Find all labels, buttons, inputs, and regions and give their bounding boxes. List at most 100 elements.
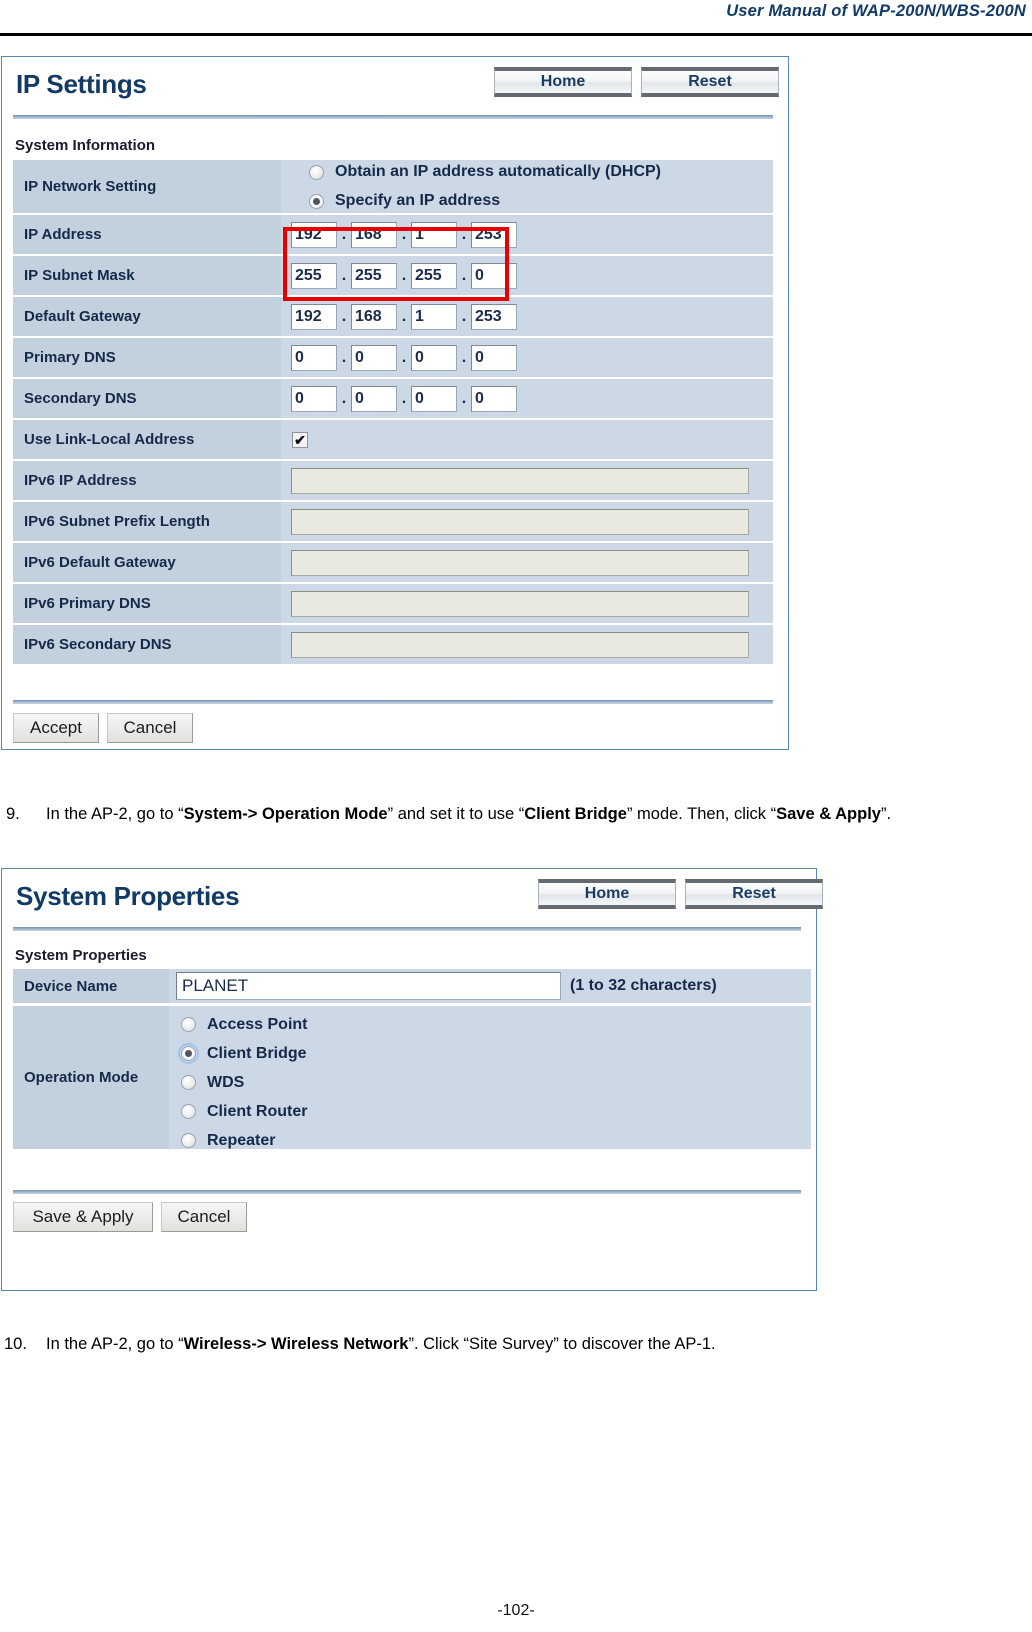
radio-icon[interactable] bbox=[181, 1104, 196, 1119]
radio-option-repeater[interactable]: Repeater bbox=[181, 1126, 307, 1155]
octet-input-4[interactable]: 253 bbox=[471, 303, 517, 330]
accept-button[interactable]: Accept bbox=[13, 713, 99, 743]
device-name-input[interactable]: PLANET bbox=[176, 972, 561, 1000]
octet-input-1[interactable]: 0 bbox=[291, 344, 337, 371]
radio-option-specify-ip[interactable]: Specify an IP address bbox=[309, 187, 661, 216]
octet-separator: . bbox=[401, 389, 407, 407]
octet-input-3[interactable]: 0 bbox=[411, 385, 457, 412]
table-row-ipv6-default-gateway: IPv6 Default Gateway bbox=[13, 543, 773, 584]
octet-input-2[interactable]: 255 bbox=[351, 262, 397, 289]
radio-label: Specify an IP address bbox=[335, 192, 501, 209]
instruction-text: In the AP-2, go to “ bbox=[46, 805, 184, 823]
radio-label: Obtain an IP address automatically (DHCP… bbox=[335, 163, 662, 180]
instruction-number: 9. bbox=[6, 805, 20, 823]
row-value: PLANET (1 to 32 characters) bbox=[169, 969, 811, 1005]
row-label: IPv6 Default Gateway bbox=[13, 543, 281, 584]
octet-separator: . bbox=[341, 266, 347, 284]
ipv6-secondary-dns-input[interactable] bbox=[291, 631, 749, 658]
home-button[interactable]: Home bbox=[494, 67, 632, 97]
octet-input-2[interactable]: 168 bbox=[351, 221, 397, 248]
radio-icon[interactable] bbox=[309, 164, 324, 180]
octet-input-1[interactable]: 192 bbox=[291, 303, 337, 330]
ip-subnet-mask-octet-group: 255 . 255 . 255 . 0 bbox=[291, 262, 517, 289]
octet-separator: . bbox=[461, 389, 467, 407]
octet-input-4[interactable]: 253 bbox=[471, 221, 517, 248]
reset-button[interactable]: Reset bbox=[685, 879, 823, 909]
octet-input-3[interactable]: 0 bbox=[411, 344, 457, 371]
page-header: User Manual of WAP-200N/WBS-200N bbox=[0, 0, 1032, 36]
octet-input-2[interactable]: 168 bbox=[351, 303, 397, 330]
row-value: Access Point Client Bridge WDS Client Ro… bbox=[169, 1006, 811, 1151]
octet-separator: . bbox=[341, 307, 347, 325]
default-gateway-octet-group: 192 . 168 . 1 . 253 bbox=[291, 303, 517, 330]
radio-icon[interactable] bbox=[181, 1133, 196, 1148]
row-value bbox=[281, 502, 773, 543]
row-label: Device Name bbox=[13, 969, 169, 1005]
instruction-text: In the AP-2, go to “ bbox=[46, 1335, 184, 1353]
title-divider bbox=[13, 115, 773, 119]
octet-separator: . bbox=[401, 225, 407, 243]
instruction-bold-system-operation-mode: System-> Operation Mode bbox=[183, 805, 388, 823]
octet-input-3[interactable]: 255 bbox=[411, 262, 457, 289]
instruction-body: In the AP-2, go to “Wireless-> Wireless … bbox=[46, 1330, 1004, 1358]
actions-divider bbox=[13, 1190, 801, 1194]
row-value: 0 . 0 . 0 . 0 bbox=[281, 338, 773, 379]
octet-separator: . bbox=[341, 389, 347, 407]
table-row-device-name: Device Name PLANET (1 to 32 characters) bbox=[13, 969, 811, 1005]
radio-icon[interactable] bbox=[309, 193, 324, 209]
ipv6-subnet-prefix-length-input[interactable] bbox=[291, 508, 749, 535]
table-row-ip-subnet-mask: IP Subnet Mask 255 . 255 . 255 . 0 bbox=[13, 256, 773, 297]
row-value bbox=[281, 543, 773, 584]
radio-icon[interactable] bbox=[181, 1017, 196, 1032]
table-row-operation-mode: Operation Mode Access Point Client Bridg… bbox=[13, 1006, 811, 1151]
radio-icon[interactable] bbox=[181, 1075, 196, 1090]
row-label: IP Network Setting bbox=[13, 160, 281, 215]
ip-settings-panel: IP Settings Home Reset System Informatio… bbox=[1, 56, 789, 750]
instruction-item-10: 10. In the AP-2, go to “Wireless-> Wirel… bbox=[4, 1330, 1004, 1358]
ipv6-primary-dns-input[interactable] bbox=[291, 590, 749, 617]
ipv6-default-gateway-input[interactable] bbox=[291, 549, 749, 576]
octet-input-1[interactable]: 255 bbox=[291, 262, 337, 289]
octet-input-2[interactable]: 0 bbox=[351, 385, 397, 412]
octet-input-4[interactable]: 0 bbox=[471, 385, 517, 412]
radio-option-access-point[interactable]: Access Point bbox=[181, 1010, 307, 1039]
radio-option-wds[interactable]: WDS bbox=[181, 1068, 307, 1097]
radio-label: Client Bridge bbox=[207, 1044, 307, 1062]
radio-option-client-bridge[interactable]: Client Bridge bbox=[178, 1039, 307, 1068]
table-row-primary-dns: Primary DNS 0 . 0 . 0 . 0 bbox=[13, 338, 773, 379]
secondary-dns-octet-group: 0 . 0 . 0 . 0 bbox=[291, 385, 517, 412]
ipv6-ip-address-input[interactable] bbox=[291, 467, 749, 494]
row-label: Default Gateway bbox=[13, 297, 281, 338]
ip-settings-nav-buttons: Home Reset bbox=[494, 67, 779, 97]
octet-input-1[interactable]: 192 bbox=[291, 221, 337, 248]
radio-icon[interactable] bbox=[178, 1043, 199, 1064]
radio-option-dhcp[interactable]: Obtain an IP address automatically (DHCP… bbox=[309, 158, 661, 187]
instruction-bold-client-bridge: Client Bridge bbox=[524, 805, 627, 823]
row-value: 192 . 168 . 1 . 253 bbox=[281, 297, 773, 338]
instruction-body: In the AP-2, go to “System-> Operation M… bbox=[46, 800, 1006, 828]
octet-input-4[interactable]: 0 bbox=[471, 262, 517, 289]
cancel-button[interactable]: Cancel bbox=[161, 1202, 247, 1232]
reset-button[interactable]: Reset bbox=[641, 67, 779, 97]
instruction-text: ”. Click “Site Survey” to discover the A… bbox=[408, 1335, 716, 1353]
use-link-local-checkbox[interactable]: ✔ bbox=[292, 431, 308, 448]
radio-label: WDS bbox=[207, 1073, 245, 1091]
row-value bbox=[281, 461, 773, 502]
cancel-button[interactable]: Cancel bbox=[107, 713, 193, 743]
table-row-default-gateway: Default Gateway 192 . 168 . 1 . 253 bbox=[13, 297, 773, 338]
octet-separator: . bbox=[461, 266, 467, 284]
save-apply-button[interactable]: Save & Apply bbox=[13, 1202, 153, 1232]
table-row-ip-address: IP Address 192 . 168 . 1 . 253 bbox=[13, 215, 773, 256]
radio-option-client-router[interactable]: Client Router bbox=[181, 1097, 307, 1126]
octet-input-3[interactable]: 1 bbox=[411, 303, 457, 330]
table-row-ipv6-subnet-prefix-length: IPv6 Subnet Prefix Length bbox=[13, 502, 773, 543]
instruction-bold-wireless-network: Wireless-> Wireless Network bbox=[183, 1335, 409, 1353]
octet-input-3[interactable]: 1 bbox=[411, 221, 457, 248]
octet-input-2[interactable]: 0 bbox=[351, 344, 397, 371]
row-label: IPv6 Secondary DNS bbox=[13, 625, 281, 666]
radio-label: Access Point bbox=[207, 1015, 308, 1033]
octet-separator: . bbox=[401, 307, 407, 325]
home-button[interactable]: Home bbox=[538, 879, 676, 909]
octet-input-1[interactable]: 0 bbox=[291, 385, 337, 412]
octet-input-4[interactable]: 0 bbox=[471, 344, 517, 371]
